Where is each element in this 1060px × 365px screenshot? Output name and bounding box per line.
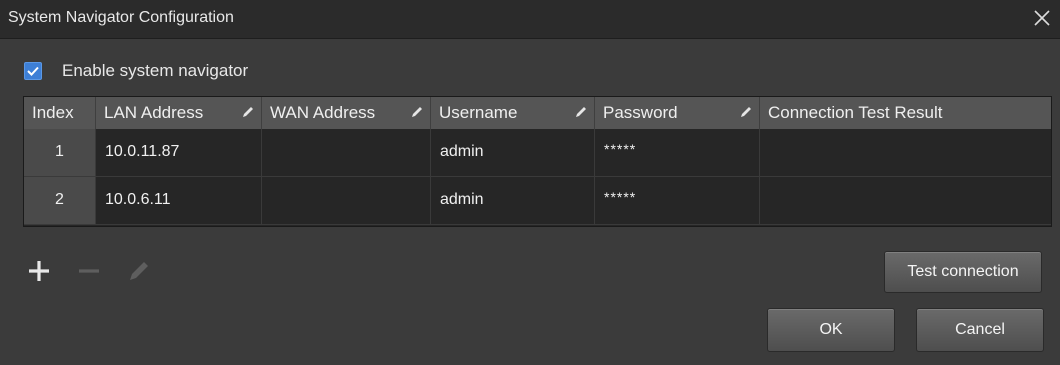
header-password[interactable]: Password [595,97,760,129]
edit-column-icon [243,107,253,117]
close-icon[interactable] [1028,4,1056,32]
edit-column-icon [741,107,751,117]
lan-address-cell[interactable]: 10.0.6.11 [96,177,262,225]
lan-address-cell[interactable]: 10.0.11.87 [96,129,262,177]
check-icon [27,66,39,76]
test-connection-button[interactable]: Test connection [884,251,1042,293]
password-cell[interactable]: ***** [595,177,760,225]
header-index[interactable]: Index [24,97,96,129]
header-wan-address[interactable]: WAN Address [262,97,431,129]
wan-address-cell[interactable] [262,129,431,177]
header-lan-address[interactable]: LAN Address [96,97,262,129]
username-cell[interactable]: admin [431,177,595,225]
ok-button[interactable]: OK [767,308,895,352]
username-cell[interactable]: admin [431,129,595,177]
cancel-button[interactable]: Cancel [916,308,1044,352]
password-cell[interactable]: ***** [595,129,760,177]
pencil-icon[interactable] [126,258,152,284]
enable-checkbox[interactable] [24,62,42,80]
wan-address-cell[interactable] [262,177,431,225]
edit-column-icon [412,107,422,117]
add-icon[interactable] [26,258,52,284]
config-dialog: System Navigator Configuration Enable sy… [0,0,1060,365]
remove-icon[interactable] [76,258,102,284]
row-index: 2 [24,177,96,225]
header-username[interactable]: Username [431,97,595,129]
header-connection-test-result[interactable]: Connection Test Result [760,97,1051,129]
test-result-cell [760,129,1051,177]
window-title: System Navigator Configuration [8,9,234,26]
enable-navigator-row[interactable]: Enable system navigator [24,59,248,83]
test-result-cell [760,177,1051,225]
edit-column-icon [576,107,586,117]
title-bar[interactable]: System Navigator Configuration [0,0,1060,39]
row-index: 1 [24,129,96,177]
navigator-table: Index LAN Address WAN Address Username P… [23,96,1052,227]
enable-label: Enable system navigator [62,61,249,80]
